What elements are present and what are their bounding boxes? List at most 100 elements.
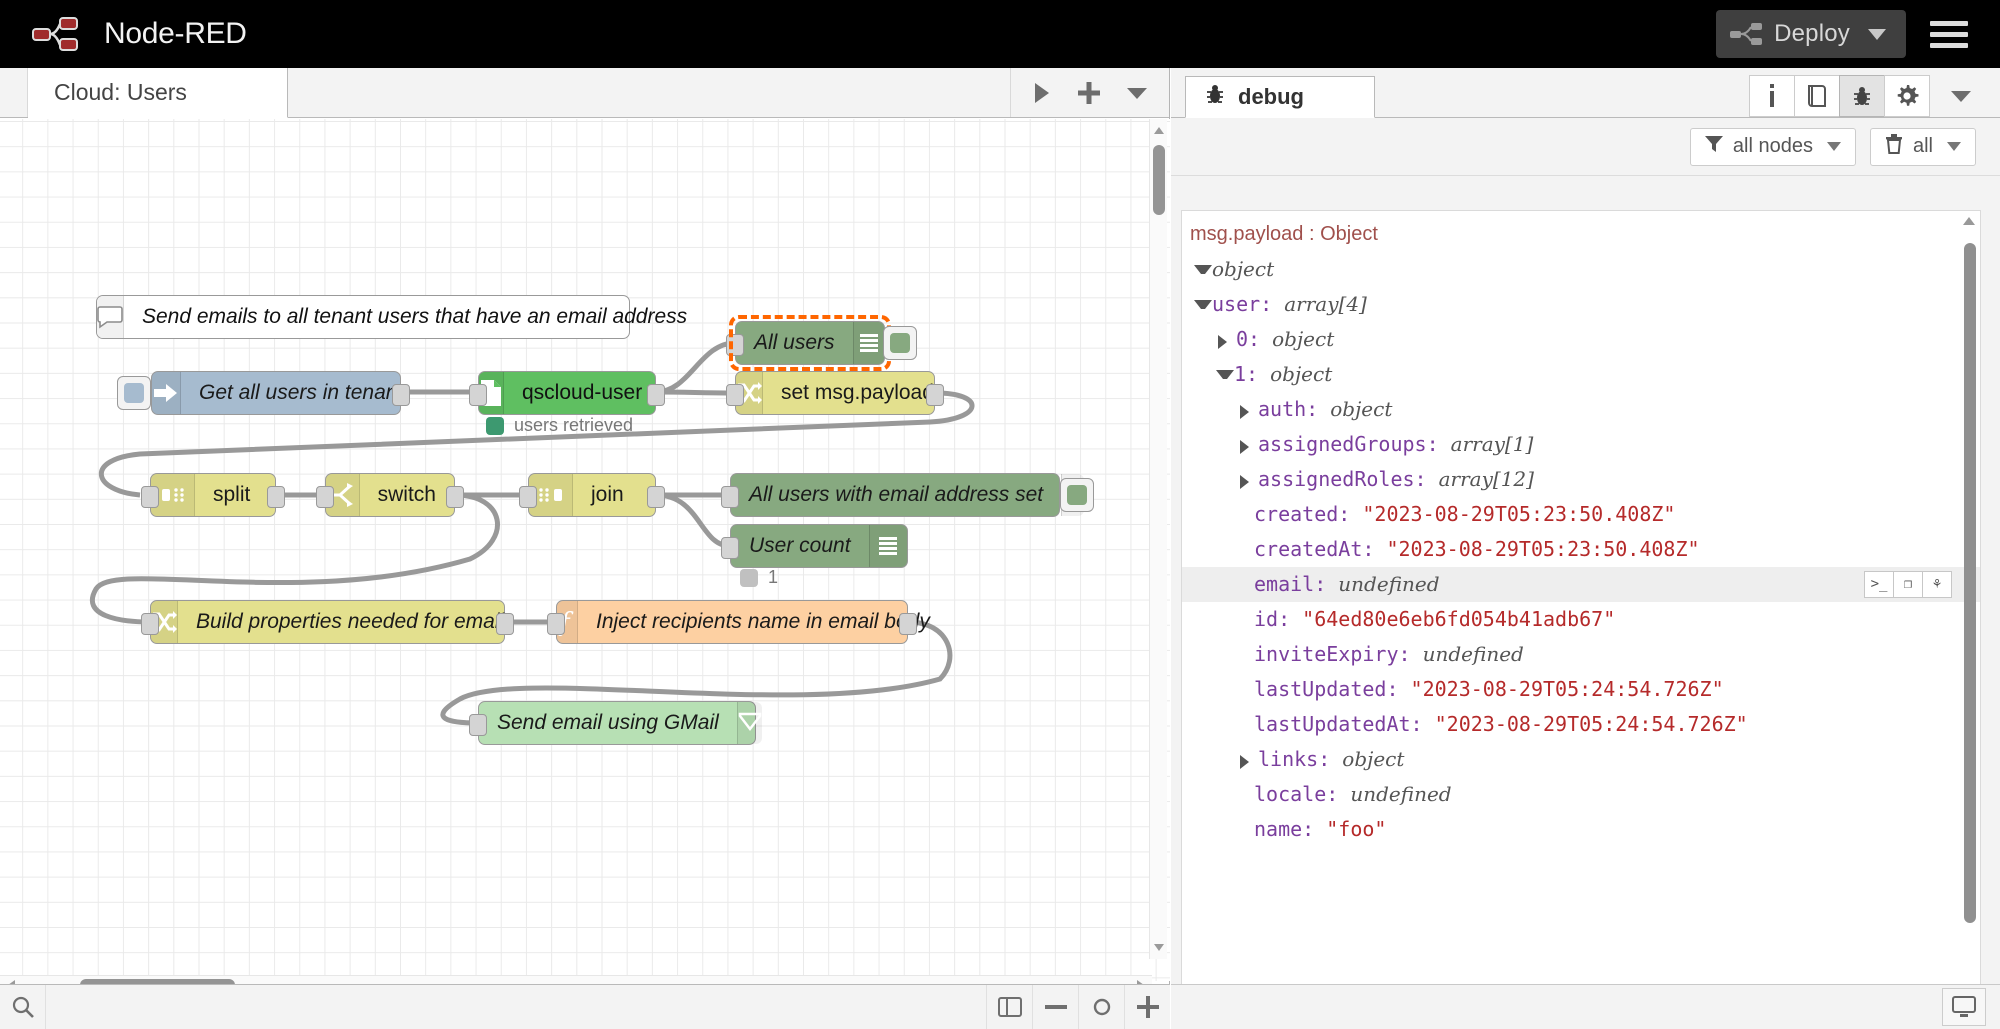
zoom-reset-icon[interactable] xyxy=(1078,985,1124,1029)
chevron-down-icon[interactable] xyxy=(1868,28,1886,40)
pin-icon[interactable]: ⚘ xyxy=(1922,571,1952,598)
node-send-gmail[interactable]: Send email using GMail xyxy=(469,701,762,745)
node-input-port[interactable] xyxy=(726,334,744,356)
debug-tree-row[interactable]: lastUpdatedAt: "2023-08-29T05:24:54.726Z… xyxy=(1182,707,1980,742)
zoom-in-icon[interactable] xyxy=(1124,985,1170,1029)
comment-node[interactable]: Send emails to all tenant users that hav… xyxy=(96,295,687,339)
debug-node-toggle[interactable] xyxy=(1060,478,1094,512)
node-output-port[interactable] xyxy=(647,486,665,508)
chevron-down-icon[interactable] xyxy=(1947,142,1961,151)
node-input-port[interactable] xyxy=(141,486,159,508)
node-qscloud-user[interactable]: qscloud-user xyxy=(469,371,665,415)
debug-message-list[interactable]: msg.payload : Object object user: array[4… xyxy=(1181,210,1981,1000)
twisty-closed-icon[interactable] xyxy=(1218,335,1236,349)
node-all-email-debug[interactable]: All users with email address set xyxy=(721,473,1085,517)
tab-debug[interactable]: debug xyxy=(1185,76,1375,118)
debug-vertical-scrollbar[interactable] xyxy=(1962,213,1978,999)
node-output-port[interactable] xyxy=(267,486,285,508)
debug-tree-row[interactable]: user: array[4] xyxy=(1182,287,1980,322)
tab-cloud-users[interactable]: Cloud: Users xyxy=(28,68,288,118)
node-output-port[interactable] xyxy=(446,486,464,508)
node-input-port[interactable] xyxy=(726,384,744,406)
filter-nodes-button[interactable]: all nodes xyxy=(1689,127,1856,166)
sidebar-tabbar: debug xyxy=(1171,68,2000,118)
twisty-open-icon[interactable] xyxy=(1194,265,1212,274)
debug-icon[interactable] xyxy=(1839,75,1885,117)
flow-tabbar: Cloud: Users xyxy=(0,68,1169,118)
node-input-port[interactable] xyxy=(721,486,739,508)
flow-canvas[interactable]: Send emails to all tenant users that hav… xyxy=(0,119,1170,981)
debug-tree-row[interactable]: id: "64ed80e6eb6fd054b41adb67" xyxy=(1182,602,1980,637)
node-input-port[interactable] xyxy=(519,486,537,508)
node-output-port[interactable] xyxy=(899,613,917,635)
node-input-port[interactable] xyxy=(469,714,487,736)
scroll-down-icon[interactable] xyxy=(1154,944,1164,951)
node-input-port[interactable] xyxy=(316,486,334,508)
node-output-port[interactable] xyxy=(926,384,944,406)
debug-tree-row[interactable]: locale: undefined xyxy=(1182,777,1980,812)
hamburger-menu-icon[interactable] xyxy=(1930,20,1968,48)
chevron-down-icon[interactable] xyxy=(1127,86,1147,100)
node-all-users-debug[interactable]: All users xyxy=(726,321,885,365)
twisty-closed-icon[interactable] xyxy=(1240,405,1258,419)
twisty-open-icon[interactable] xyxy=(1194,300,1212,309)
debug-tree-row[interactable]: createdAt: "2023-08-29T05:23:50.408Z" xyxy=(1182,532,1980,567)
node-join[interactable]: join xyxy=(519,473,665,517)
debug-value: "2023-08-29T05:24:54.726Z" xyxy=(1410,677,1724,701)
node-user-count-debug[interactable]: User count xyxy=(721,524,908,568)
help-icon[interactable] xyxy=(1794,75,1840,117)
node-input-port[interactable] xyxy=(547,613,565,635)
clear-messages-button[interactable]: all xyxy=(1869,127,1976,166)
debug-tree-row[interactable]: inviteExpiry: undefined xyxy=(1182,637,1980,672)
copy-icon[interactable]: ❐ xyxy=(1893,571,1923,598)
debug-tree-row[interactable]: links: object xyxy=(1182,742,1980,777)
deploy-button[interactable]: Deploy xyxy=(1716,10,1906,58)
scroll-up-icon[interactable] xyxy=(1154,127,1164,134)
node-set-msg-payload[interactable]: set msg.payload xyxy=(726,371,944,415)
node-input-port[interactable] xyxy=(721,537,739,559)
monitor-icon[interactable] xyxy=(1942,988,1986,1026)
scroll-thumb[interactable] xyxy=(1153,145,1165,215)
debug-tree-row[interactable]: created: "2023-08-29T05:23:50.408Z" xyxy=(1182,497,1980,532)
debug-tree-row[interactable]: 1: object xyxy=(1182,357,1980,392)
twisty-closed-icon[interactable] xyxy=(1240,755,1258,769)
debug-tree-row[interactable]: name: "foo" xyxy=(1182,812,1980,847)
chevron-down-icon[interactable] xyxy=(1826,142,1841,151)
chevron-down-icon[interactable] xyxy=(1938,75,1984,117)
node-get-users[interactable]: Get all users in tenant xyxy=(151,371,410,415)
node-output-port[interactable] xyxy=(392,384,410,406)
terminal-icon[interactable]: >_ xyxy=(1864,571,1894,598)
plus-icon[interactable] xyxy=(1077,81,1101,105)
node-output-port[interactable] xyxy=(647,384,665,406)
debug-value: "foo" xyxy=(1326,817,1387,841)
play-icon[interactable] xyxy=(1033,82,1051,104)
debug-tree-row[interactable]: lastUpdated: "2023-08-29T05:24:54.726Z" xyxy=(1182,672,1980,707)
debug-tree-row[interactable]: assignedGroups: array[1] xyxy=(1182,427,1980,462)
twisty-closed-icon[interactable] xyxy=(1240,475,1258,489)
debug-tree-row[interactable]: auth: object xyxy=(1182,392,1980,427)
debug-tree-row[interactable]: assignedRoles: array[12] xyxy=(1182,462,1980,497)
zoom-out-icon[interactable] xyxy=(1032,985,1078,1029)
view-layout-icon[interactable] xyxy=(986,985,1032,1029)
link-node-button[interactable] xyxy=(117,376,151,410)
debug-tree-row[interactable]: 0: object xyxy=(1182,322,1980,357)
flow-workspace: Cloud: Users Send emails to all tenant u… xyxy=(0,68,1170,1029)
node-split[interactable]: split xyxy=(141,473,285,517)
node-inject-recipients[interactable]: f Inject recipients name in email body xyxy=(547,600,930,644)
node-build-properties[interactable]: Build properties needed for email xyxy=(141,600,514,644)
canvas-vertical-scrollbar[interactable] xyxy=(1149,119,1167,959)
search-icon[interactable] xyxy=(0,985,46,1029)
debug-node-toggle[interactable] xyxy=(883,326,917,360)
gear-icon[interactable] xyxy=(1884,75,1930,117)
node-switch[interactable]: switch xyxy=(316,473,464,517)
node-input-port[interactable] xyxy=(141,613,159,635)
scroll-thumb[interactable] xyxy=(1964,243,1976,923)
node-input-port[interactable] xyxy=(469,384,487,406)
debug-tree-row[interactable]: email: undefined >_ ❐ ⚘ xyxy=(1182,567,1980,602)
scroll-up-icon[interactable] xyxy=(1963,217,1975,225)
twisty-open-icon[interactable] xyxy=(1216,370,1234,379)
debug-tree-row[interactable]: object xyxy=(1182,252,1980,287)
twisty-closed-icon[interactable] xyxy=(1240,440,1258,454)
node-output-port[interactable] xyxy=(496,613,514,635)
info-icon[interactable] xyxy=(1749,75,1795,117)
